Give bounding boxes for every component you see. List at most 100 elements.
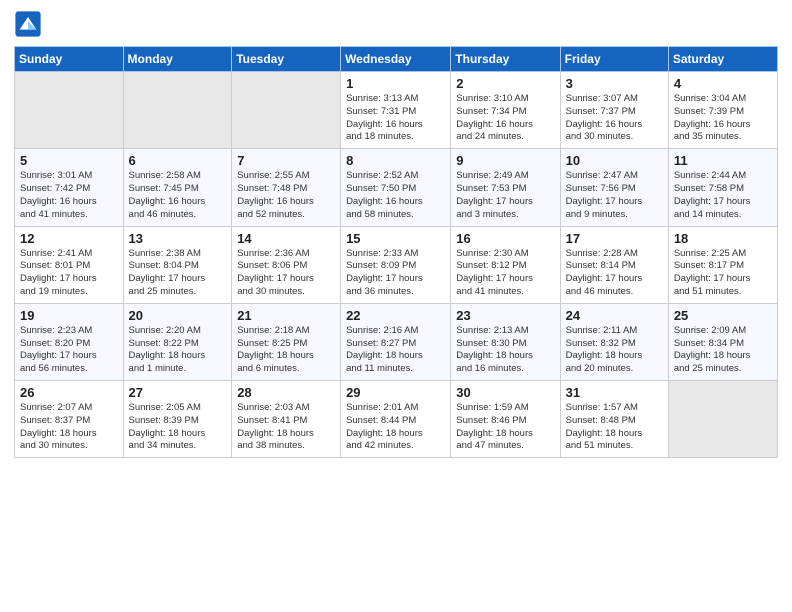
- day-number: 10: [566, 153, 663, 168]
- day-info: Sunrise: 2:11 AM Sunset: 8:32 PM Dayligh…: [566, 325, 663, 376]
- day-number: 20: [129, 308, 227, 323]
- day-number: 7: [237, 153, 335, 168]
- header: [14, 10, 778, 38]
- header-day-thursday: Thursday: [451, 47, 560, 72]
- calendar-cell: 26 Sunrise: 2:07 AM Sunset: 8:37 PM Dayli…: [15, 381, 124, 458]
- day-info: Sunrise: 2:38 AM Sunset: 8:04 PM Dayligh…: [129, 248, 227, 299]
- calendar-cell: [15, 72, 124, 149]
- day-number: 8: [346, 153, 445, 168]
- day-info: Sunrise: 2:23 AM Sunset: 8:20 PM Dayligh…: [20, 325, 118, 376]
- day-info: Sunrise: 1:59 AM Sunset: 8:46 PM Dayligh…: [456, 402, 554, 453]
- calendar-cell: [668, 381, 777, 458]
- calendar-cell: [123, 72, 232, 149]
- day-info: Sunrise: 2:49 AM Sunset: 7:53 PM Dayligh…: [456, 170, 554, 221]
- week-row-1: 5 Sunrise: 3:01 AM Sunset: 7:42 PM Daylig…: [15, 149, 778, 226]
- calendar-cell: 24 Sunrise: 2:11 AM Sunset: 8:32 PM Dayli…: [560, 303, 668, 380]
- calendar-cell: 7 Sunrise: 2:55 AM Sunset: 7:48 PM Daylig…: [232, 149, 341, 226]
- calendar-cell: 13 Sunrise: 2:38 AM Sunset: 8:04 PM Dayli…: [123, 226, 232, 303]
- header-row: SundayMondayTuesdayWednesdayThursdayFrid…: [15, 47, 778, 72]
- calendar-cell: 28Sunrise: 2:03 AM Sunset: 8:41 PM Dayli…: [232, 381, 341, 458]
- day-info: Sunrise: 2:16 AM Sunset: 8:27 PM Dayligh…: [346, 325, 445, 376]
- day-info: Sunrise: 2:13 AM Sunset: 8:30 PM Dayligh…: [456, 325, 554, 376]
- calendar-body: 1 Sunrise: 3:13 AM Sunset: 7:31 PM Daylig…: [15, 72, 778, 458]
- day-info: Sunrise: 3:01 AM Sunset: 7:42 PM Dayligh…: [20, 170, 118, 221]
- day-number: 31: [566, 385, 663, 400]
- day-info: Sunrise: 2:41 AM Sunset: 8:01 PM Dayligh…: [20, 248, 118, 299]
- day-info: Sunrise: 1:57 AM Sunset: 8:48 PM Dayligh…: [566, 402, 663, 453]
- calendar-cell: 30 Sunrise: 1:59 AM Sunset: 8:46 PM Dayli…: [451, 381, 560, 458]
- header-day-saturday: Saturday: [668, 47, 777, 72]
- header-day-friday: Friday: [560, 47, 668, 72]
- calendar-cell: 4 Sunrise: 3:04 AM Sunset: 7:39 PM Daylig…: [668, 72, 777, 149]
- calendar-cell: 5 Sunrise: 3:01 AM Sunset: 7:42 PM Daylig…: [15, 149, 124, 226]
- page: SundayMondayTuesdayWednesdayThursdayFrid…: [0, 0, 792, 612]
- week-row-0: 1 Sunrise: 3:13 AM Sunset: 7:31 PM Daylig…: [15, 72, 778, 149]
- day-info: Sunrise: 3:10 AM Sunset: 7:34 PM Dayligh…: [456, 93, 554, 144]
- header-day-sunday: Sunday: [15, 47, 124, 72]
- week-row-3: 19Sunrise: 2:23 AM Sunset: 8:20 PM Dayli…: [15, 303, 778, 380]
- day-info: Sunrise: 2:25 AM Sunset: 8:17 PM Dayligh…: [674, 248, 772, 299]
- day-info: Sunrise: 3:04 AM Sunset: 7:39 PM Dayligh…: [674, 93, 772, 144]
- calendar-cell: 19Sunrise: 2:23 AM Sunset: 8:20 PM Dayli…: [15, 303, 124, 380]
- day-number: 30: [456, 385, 554, 400]
- calendar-cell: 17 Sunrise: 2:28 AM Sunset: 8:14 PM Dayli…: [560, 226, 668, 303]
- header-day-tuesday: Tuesday: [232, 47, 341, 72]
- calendar-cell: 10Sunrise: 2:47 AM Sunset: 7:56 PM Dayli…: [560, 149, 668, 226]
- calendar-cell: 8 Sunrise: 2:52 AM Sunset: 7:50 PM Daylig…: [341, 149, 451, 226]
- calendar-cell: 21 Sunrise: 2:18 AM Sunset: 8:25 PM Dayli…: [232, 303, 341, 380]
- day-info: Sunrise: 2:30 AM Sunset: 8:12 PM Dayligh…: [456, 248, 554, 299]
- day-number: 5: [20, 153, 118, 168]
- day-number: 1: [346, 76, 445, 91]
- day-number: 3: [566, 76, 663, 91]
- calendar-header: SundayMondayTuesdayWednesdayThursdayFrid…: [15, 47, 778, 72]
- calendar-cell: 12 Sunrise: 2:41 AM Sunset: 8:01 PM Dayli…: [15, 226, 124, 303]
- day-number: 18: [674, 231, 772, 246]
- day-info: Sunrise: 2:09 AM Sunset: 8:34 PM Dayligh…: [674, 325, 772, 376]
- day-number: 14: [237, 231, 335, 246]
- calendar-cell: 29Sunrise: 2:01 AM Sunset: 8:44 PM Dayli…: [341, 381, 451, 458]
- calendar-cell: 6Sunrise: 2:58 AM Sunset: 7:45 PM Daylig…: [123, 149, 232, 226]
- calendar-cell: 1 Sunrise: 3:13 AM Sunset: 7:31 PM Daylig…: [341, 72, 451, 149]
- day-number: 12: [20, 231, 118, 246]
- day-number: 26: [20, 385, 118, 400]
- day-info: Sunrise: 3:13 AM Sunset: 7:31 PM Dayligh…: [346, 93, 445, 144]
- day-number: 16: [456, 231, 554, 246]
- day-info: Sunrise: 2:28 AM Sunset: 8:14 PM Dayligh…: [566, 248, 663, 299]
- day-number: 4: [674, 76, 772, 91]
- day-number: 9: [456, 153, 554, 168]
- day-info: Sunrise: 2:52 AM Sunset: 7:50 PM Dayligh…: [346, 170, 445, 221]
- day-number: 29: [346, 385, 445, 400]
- calendar-cell: 31 Sunrise: 1:57 AM Sunset: 8:48 PM Dayli…: [560, 381, 668, 458]
- day-number: 11: [674, 153, 772, 168]
- calendar-cell: 16 Sunrise: 2:30 AM Sunset: 8:12 PM Dayli…: [451, 226, 560, 303]
- header-day-wednesday: Wednesday: [341, 47, 451, 72]
- day-number: 17: [566, 231, 663, 246]
- calendar-cell: 2Sunrise: 3:10 AM Sunset: 7:34 PM Daylig…: [451, 72, 560, 149]
- week-row-2: 12 Sunrise: 2:41 AM Sunset: 8:01 PM Dayli…: [15, 226, 778, 303]
- calendar-cell: 25 Sunrise: 2:09 AM Sunset: 8:34 PM Dayli…: [668, 303, 777, 380]
- day-number: 15: [346, 231, 445, 246]
- day-info: Sunrise: 2:33 AM Sunset: 8:09 PM Dayligh…: [346, 248, 445, 299]
- day-number: 22: [346, 308, 445, 323]
- logo-icon: [14, 10, 42, 38]
- day-info: Sunrise: 3:07 AM Sunset: 7:37 PM Dayligh…: [566, 93, 663, 144]
- calendar-cell: 18 Sunrise: 2:25 AM Sunset: 8:17 PM Dayli…: [668, 226, 777, 303]
- day-info: Sunrise: 2:20 AM Sunset: 8:22 PM Dayligh…: [129, 325, 227, 376]
- day-number: 24: [566, 308, 663, 323]
- day-info: Sunrise: 2:36 AM Sunset: 8:06 PM Dayligh…: [237, 248, 335, 299]
- day-number: 13: [129, 231, 227, 246]
- day-number: 28: [237, 385, 335, 400]
- calendar-cell: 11Sunrise: 2:44 AM Sunset: 7:58 PM Dayli…: [668, 149, 777, 226]
- day-info: Sunrise: 2:55 AM Sunset: 7:48 PM Dayligh…: [237, 170, 335, 221]
- calendar-cell: 27Sunrise: 2:05 AM Sunset: 8:39 PM Dayli…: [123, 381, 232, 458]
- day-info: Sunrise: 2:18 AM Sunset: 8:25 PM Dayligh…: [237, 325, 335, 376]
- calendar-cell: 22 Sunrise: 2:16 AM Sunset: 8:27 PM Dayli…: [341, 303, 451, 380]
- day-info: Sunrise: 2:58 AM Sunset: 7:45 PM Dayligh…: [129, 170, 227, 221]
- day-info: Sunrise: 2:07 AM Sunset: 8:37 PM Dayligh…: [20, 402, 118, 453]
- day-number: 23: [456, 308, 554, 323]
- logo: [14, 10, 46, 38]
- day-number: 25: [674, 308, 772, 323]
- calendar-cell: [232, 72, 341, 149]
- day-number: 21: [237, 308, 335, 323]
- calendar-cell: 3 Sunrise: 3:07 AM Sunset: 7:37 PM Daylig…: [560, 72, 668, 149]
